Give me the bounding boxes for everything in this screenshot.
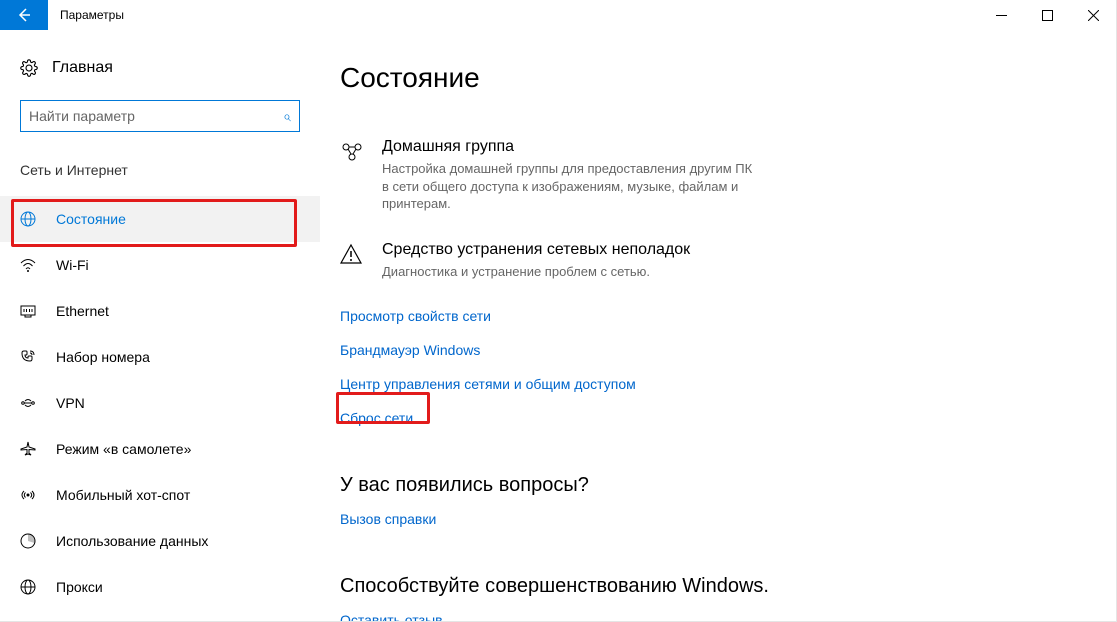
troubleshoot-desc: Диагностика и устранение проблем с сетью… xyxy=(382,263,690,281)
sidebar-item-vpn[interactable]: VPN xyxy=(0,380,320,426)
sidebar-item-label: Wi-Fi xyxy=(56,257,89,273)
homegroup-title: Домашняя группа xyxy=(382,138,762,156)
main-content: Состояние Домашняя группа Настройка дома… xyxy=(320,30,1116,621)
home-button[interactable]: Главная xyxy=(0,56,320,80)
sidebar-item-wifi[interactable]: Wi-Fi xyxy=(0,242,320,288)
link-sharing-center[interactable]: Центр управления сетями и общим доступом xyxy=(340,376,636,392)
sidebar-item-label: Набор номера xyxy=(56,349,150,365)
link-network-reset[interactable]: Сброс сети xyxy=(340,410,413,426)
sidebar-item-airplane[interactable]: Режим «в самолете» xyxy=(0,426,320,472)
link-firewall[interactable]: Брандмауэр Windows xyxy=(340,342,480,358)
search-input[interactable] xyxy=(29,108,283,124)
sidebar-item-label: VPN xyxy=(56,395,85,411)
sidebar-item-dialup[interactable]: Набор номера xyxy=(0,334,320,380)
minimize-icon xyxy=(996,10,1007,21)
category-label: Сеть и Интернет xyxy=(0,162,320,178)
sidebar-item-label: Использование данных xyxy=(56,533,208,549)
homegroup-block[interactable]: Домашняя группа Настройка домашней групп… xyxy=(340,138,860,213)
troubleshoot-title: Средство устранения сетевых неполадок xyxy=(382,241,690,259)
wifi-icon xyxy=(20,257,38,273)
link-get-help[interactable]: Вызов справки xyxy=(340,511,436,527)
sidebar-item-ethernet[interactable]: Ethernet xyxy=(0,288,320,334)
window-title: Параметры xyxy=(48,0,978,30)
sidebar-item-label: Состояние xyxy=(56,211,126,227)
close-icon xyxy=(1088,10,1099,21)
sidebar-item-hotspot[interactable]: Мобильный хот-спот xyxy=(0,472,320,518)
sidebar-item-status[interactable]: Состояние xyxy=(0,196,320,242)
sidebar-item-label: Ethernet xyxy=(56,303,109,319)
troubleshoot-block[interactable]: Средство устранения сетевых неполадок Ди… xyxy=(340,241,860,281)
help-heading: У вас появились вопросы? xyxy=(340,474,1116,497)
search-icon: ⌕ xyxy=(283,108,291,125)
minimize-button[interactable] xyxy=(978,0,1024,30)
sidebar-item-label: Режим «в самолете» xyxy=(56,441,191,457)
link-feedback[interactable]: Оставить отзыв xyxy=(340,612,443,621)
close-button[interactable] xyxy=(1070,0,1116,30)
sidebar-item-data[interactable]: Использование данных xyxy=(0,518,320,564)
maximize-icon xyxy=(1042,10,1053,21)
sidebar-item-proxy[interactable]: Прокси xyxy=(0,564,320,610)
arrow-left-icon xyxy=(16,7,32,23)
ethernet-icon xyxy=(20,303,38,319)
data-icon xyxy=(20,533,38,549)
sidebar-item-label: Мобильный хот-спот xyxy=(56,487,190,503)
sidebar: Главная ⌕ Сеть и Интернет Состояние Wi-F… xyxy=(0,30,320,621)
hotspot-icon xyxy=(20,487,38,503)
gear-icon xyxy=(20,59,38,77)
globe-icon xyxy=(20,211,38,227)
homegroup-desc: Настройка домашней группы для предоставл… xyxy=(382,160,762,213)
warning-icon xyxy=(340,241,366,281)
search-box[interactable]: ⌕ xyxy=(20,100,300,132)
back-button[interactable] xyxy=(0,0,48,30)
titlebar: Параметры xyxy=(0,0,1116,30)
vpn-icon xyxy=(20,395,38,411)
home-label: Главная xyxy=(52,59,113,77)
sidebar-item-label: Прокси xyxy=(56,579,103,595)
homegroup-icon xyxy=(340,138,366,213)
dialup-icon xyxy=(20,349,38,365)
proxy-icon xyxy=(20,579,38,595)
page-title: Состояние xyxy=(340,62,1116,94)
link-network-props[interactable]: Просмотр свойств сети xyxy=(340,308,491,324)
maximize-button[interactable] xyxy=(1024,0,1070,30)
feedback-heading: Способствуйте совершенствованию Windows. xyxy=(340,575,1116,598)
airplane-icon xyxy=(20,441,38,457)
